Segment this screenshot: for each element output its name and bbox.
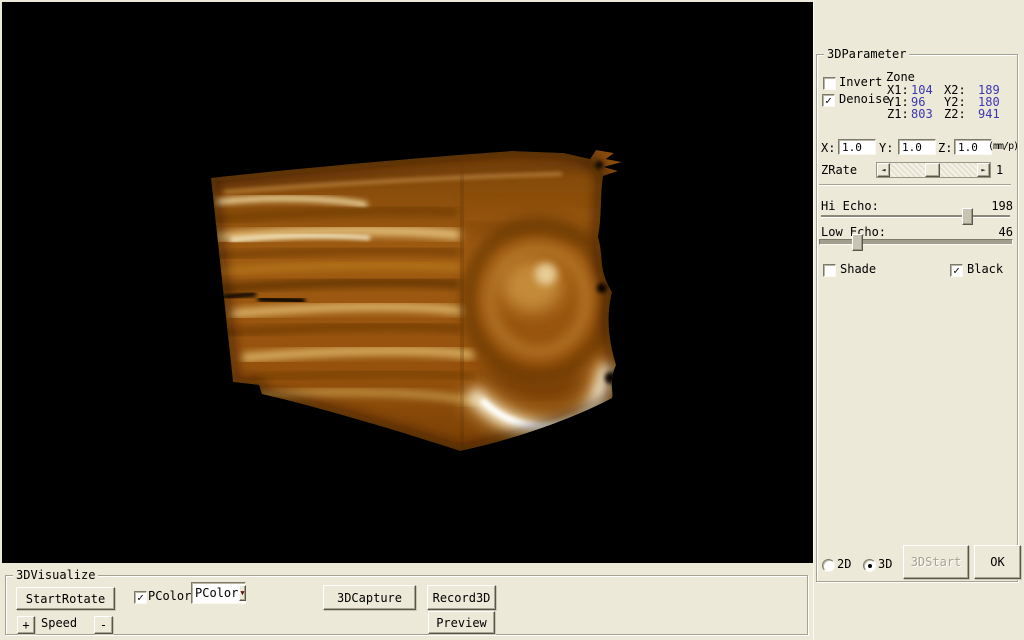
low-echo-value: 46	[973, 226, 1013, 239]
mode-2d-label: 2D	[837, 558, 851, 571]
zone-z1-value: 803	[911, 108, 933, 121]
preview-button[interactable]: Preview	[428, 611, 495, 634]
start-rotate-button[interactable]: StartRotate	[16, 587, 115, 610]
capture-3d-button[interactable]: 3DCapture	[323, 585, 416, 610]
zrate-scroll-right-button[interactable]: ►	[977, 163, 990, 177]
speed-plus-button[interactable]: +	[17, 616, 35, 634]
zrate-scroll-left-button[interactable]: ◄	[877, 163, 890, 177]
parameter-groupbox: 3DParameter Invert ✓ Denoise Zone X1: 10…	[816, 54, 1018, 582]
shade-label: Shade	[840, 263, 876, 276]
zone-z1-label: Z1:	[887, 108, 909, 121]
check-icon: ✓	[825, 96, 832, 105]
ok-button[interactable]: OK	[974, 545, 1021, 579]
scroll-left-icon: ◄	[881, 166, 885, 174]
mode-3d-label: 3D	[878, 558, 892, 571]
mode-2d-radio[interactable]	[822, 559, 835, 572]
volume-render-3d	[2, 2, 813, 563]
visualize-panel: 3DVisualize StartRotate ✓ PColor PColor …	[0, 563, 813, 640]
zrate-scroll-track[interactable]	[890, 163, 977, 177]
dropdown-button[interactable]: ▼	[239, 585, 245, 601]
application-window: { "colors": { "panel_bg": "#ece9d8", "vi…	[0, 0, 1024, 640]
pcolor-dropdown[interactable]: PColor ▼	[191, 582, 246, 604]
hi-echo-label: Hi Echo:	[821, 200, 879, 213]
parameter-panel: 3DParameter Invert ✓ Denoise Zone X1: 10…	[813, 0, 1024, 640]
scale-y-input[interactable]: 1.0	[898, 139, 936, 155]
chevron-down-icon: ▼	[240, 589, 244, 597]
low-echo-slider-thumb[interactable]	[852, 234, 863, 251]
hi-echo-value: 198	[973, 200, 1013, 213]
scroll-right-icon: ►	[981, 166, 985, 174]
separator-line	[819, 184, 1011, 186]
zone-z2-label: Z2:	[944, 108, 966, 121]
mode-3d-radio[interactable]	[863, 559, 876, 572]
check-icon: ✓	[953, 266, 960, 275]
zrate-label: ZRate	[821, 164, 857, 177]
parameter-group-title: 3DParameter	[824, 47, 909, 61]
invert-checkbox[interactable]	[823, 77, 836, 90]
start-3d-button[interactable]: 3DStart	[903, 545, 969, 579]
pcolor-checkbox-label: PColor	[148, 590, 191, 603]
scale-z-label: Z:	[938, 142, 952, 155]
volume-viewport[interactable]	[2, 2, 813, 563]
hi-echo-slider-thumb[interactable]	[962, 208, 973, 225]
black-checkbox[interactable]: ✓	[950, 264, 963, 277]
scale-z-input[interactable]: 1.0	[954, 139, 992, 155]
shade-checkbox[interactable]	[823, 264, 836, 277]
hi-echo-slider-track[interactable]	[821, 215, 1010, 217]
check-icon: ✓	[137, 593, 144, 602]
pcolor-checkbox[interactable]: ✓	[134, 591, 147, 604]
low-echo-slider-track[interactable]	[819, 239, 1013, 245]
radio-dot	[868, 564, 872, 568]
zrate-value: 1	[996, 164, 1003, 177]
zone-z2-value: 941	[978, 108, 1000, 121]
scale-y-label: Y:	[879, 142, 893, 155]
speed-minus-button[interactable]: -	[94, 616, 113, 634]
denoise-checkbox[interactable]: ✓	[822, 94, 835, 107]
scale-unit-label: (mm/p)	[988, 140, 1018, 153]
scale-x-label: X:	[821, 142, 835, 155]
invert-label: Invert	[839, 76, 882, 89]
visualize-group-title: 3DVisualize	[13, 568, 98, 582]
black-label: Black	[967, 263, 1003, 276]
zrate-scrollbar[interactable]: ◄ ►	[876, 162, 991, 178]
denoise-label: Denoise	[839, 93, 890, 106]
pcolor-dropdown-value: PColor	[192, 585, 238, 601]
visualize-groupbox: 3DVisualize StartRotate ✓ PColor PColor …	[5, 575, 808, 635]
speed-label: Speed	[41, 617, 77, 630]
scale-x-input[interactable]: 1.0	[838, 139, 876, 155]
record-3d-button[interactable]: Record3D	[427, 585, 496, 610]
zrate-scroll-thumb[interactable]	[925, 163, 940, 177]
